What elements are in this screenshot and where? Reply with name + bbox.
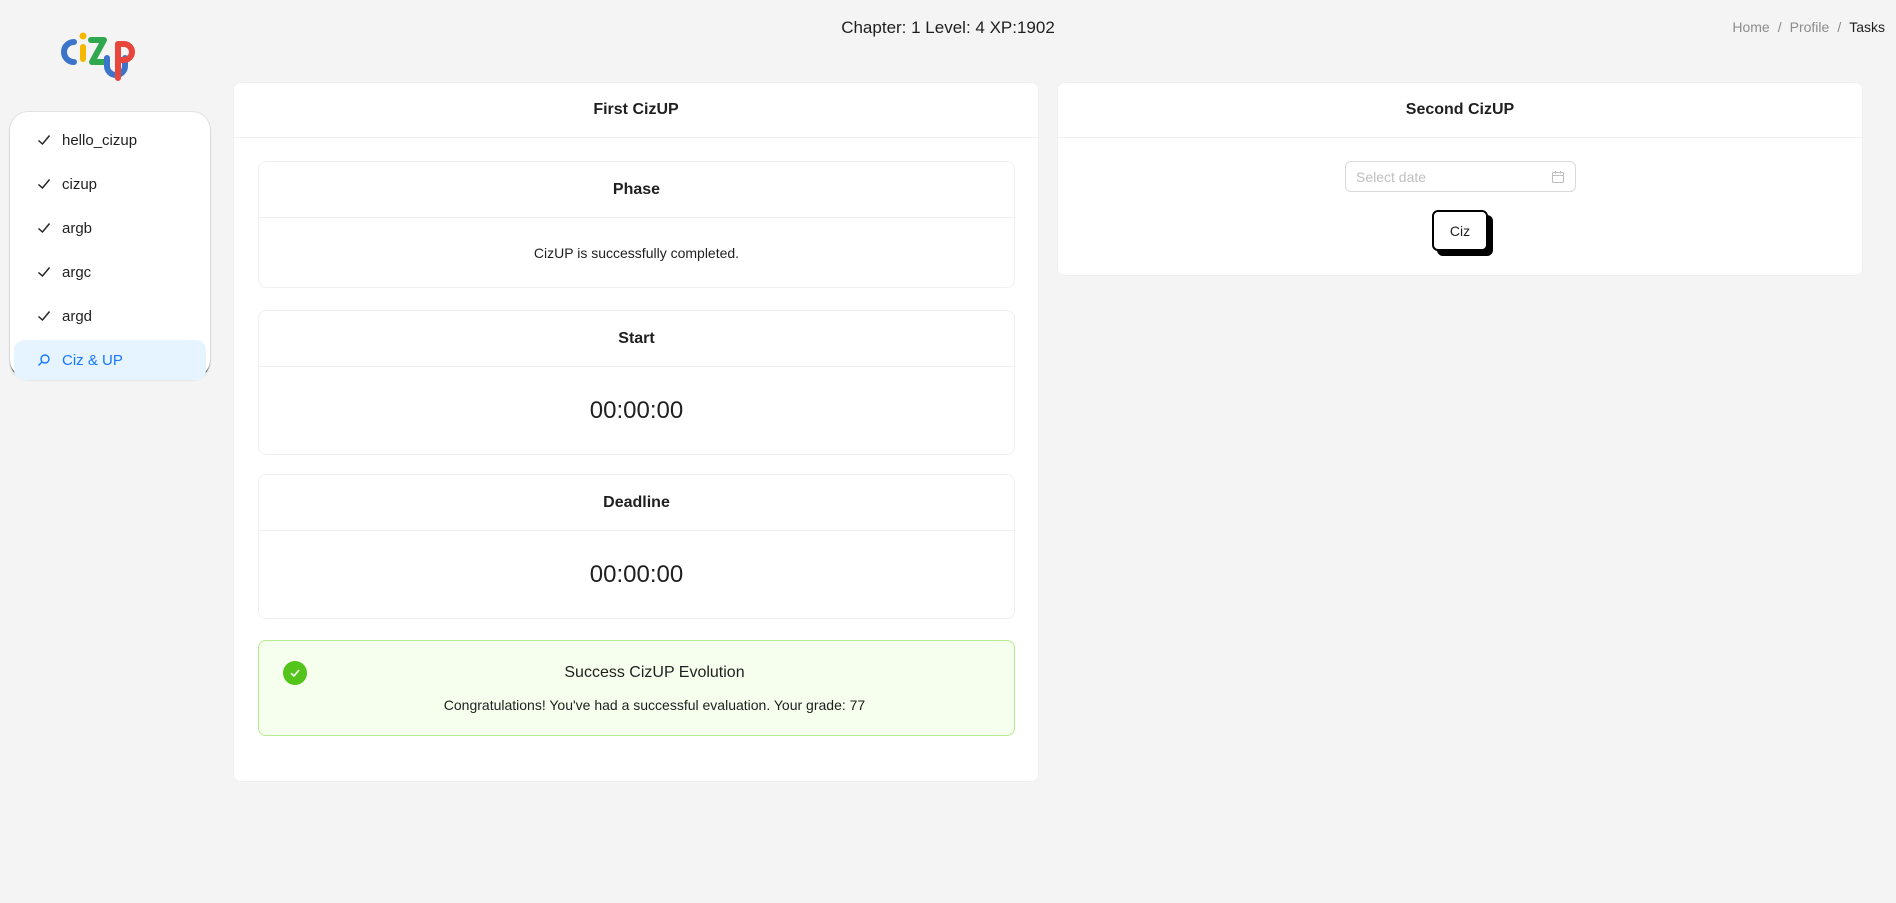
chapter-level-xp-text: Chapter: 1 Level: 4 XP:1902 — [841, 18, 1055, 37]
deadline-timer: 00:00:00 — [589, 560, 684, 588]
success-alert-message: Congratulations! You've had a successful… — [443, 697, 866, 713]
check-icon — [36, 220, 52, 236]
second-cizup-title: Second CizUP — [1058, 83, 1862, 138]
cizup-logo[interactable] — [58, 28, 144, 88]
breadcrumb-tasks: Tasks — [1849, 19, 1885, 35]
sidebar-item-label: argc — [62, 263, 92, 281]
phase-value: CizUP is successfully completed. — [533, 244, 740, 261]
breadcrumb: Home / Profile / Tasks — [1732, 19, 1885, 35]
phase-title: Phase — [259, 162, 1014, 218]
search-icon — [36, 352, 52, 368]
start-card: Start 00:00:00 — [258, 310, 1015, 455]
check-icon — [36, 132, 52, 148]
date-picker[interactable] — [1345, 161, 1576, 192]
sidebar-item-argc[interactable]: argc — [14, 252, 206, 292]
sidebar-item-label: cizup — [62, 175, 98, 193]
sidebar-item-label: argb — [62, 219, 93, 237]
header-status: Chapter: 1 Level: 4 XP:1902 — [0, 18, 1896, 38]
check-icon — [36, 176, 52, 192]
success-alert-title: Success CizUP Evolution — [564, 664, 745, 681]
check-icon — [36, 264, 52, 280]
start-title: Start — [259, 311, 1014, 367]
first-cizup-title: First CizUP — [234, 83, 1038, 138]
sidebar-menu: hello_cizup cizup argb argc argd Ciz & U… — [10, 112, 210, 380]
deadline-title: Deadline — [259, 475, 1014, 531]
success-alert: Success CizUP Evolution Congratulations!… — [258, 640, 1015, 736]
date-input[interactable] — [1356, 168, 1551, 185]
phase-card: Phase CizUP is successfully completed. — [258, 161, 1015, 288]
start-timer: 00:00:00 — [589, 396, 684, 424]
sidebar-item-label: argd — [62, 307, 93, 325]
sidebar-item-argd[interactable]: argd — [14, 296, 206, 336]
breadcrumb-separator: / — [1777, 19, 1782, 35]
sidebar-item-cizup[interactable]: cizup — [14, 164, 206, 204]
calendar-icon[interactable] — [1551, 170, 1565, 184]
sidebar-item-ciz-and-up[interactable]: Ciz & UP — [14, 340, 206, 380]
deadline-card: Deadline 00:00:00 — [258, 474, 1015, 619]
check-icon — [36, 308, 52, 324]
ciz-button[interactable]: Ciz — [1432, 210, 1488, 251]
breadcrumb-separator: / — [1837, 19, 1842, 35]
sidebar-item-label: hello_cizup — [62, 131, 138, 149]
sidebar-item-hello-cizup[interactable]: hello_cizup — [14, 120, 206, 160]
breadcrumb-profile[interactable]: Profile — [1790, 19, 1830, 35]
breadcrumb-home[interactable]: Home — [1732, 19, 1769, 35]
sidebar-item-argb[interactable]: argb — [14, 208, 206, 248]
second-cizup-card: Second CizUP Ciz — [1057, 82, 1863, 276]
first-cizup-card: First CizUP Phase CizUP is successfully … — [233, 82, 1039, 782]
sidebar-item-label: Ciz & UP — [62, 351, 123, 369]
